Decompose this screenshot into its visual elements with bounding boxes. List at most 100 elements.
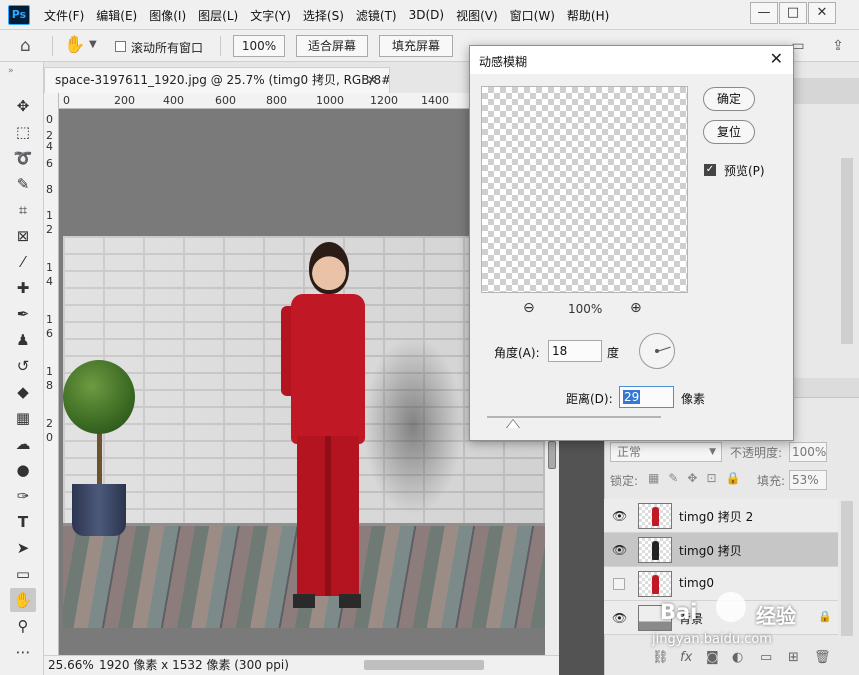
fill-screen-button[interactable]: 填充屏幕 bbox=[379, 35, 453, 57]
close-icon[interactable]: ✕ bbox=[770, 49, 783, 68]
move-icon[interactable]: ✥ bbox=[10, 94, 36, 118]
maximize-button[interactable]: □ bbox=[779, 2, 807, 24]
ruler-label: 1 bbox=[46, 261, 53, 274]
menu-3d[interactable]: 3D(D) bbox=[403, 8, 450, 22]
scroll-all-windows-label: 滚动所有窗口 bbox=[131, 41, 204, 55]
fit-screen-button[interactable]: 适合屏幕 bbox=[296, 35, 368, 57]
preview-zoom-level: 100% bbox=[568, 302, 603, 316]
reset-button[interactable]: 复位 bbox=[703, 120, 755, 144]
scrollbar-thumb[interactable] bbox=[548, 441, 556, 469]
fill-input[interactable]: 53% bbox=[789, 470, 827, 490]
ruler-label: 8 bbox=[46, 183, 53, 196]
lock-label: 锁定: bbox=[610, 474, 639, 488]
gradient-icon[interactable]: ▦ bbox=[10, 406, 36, 430]
properties-scrollbar[interactable] bbox=[841, 158, 853, 344]
brush-icon[interactable]: ✒ bbox=[10, 302, 36, 326]
hand-tool-icon[interactable]: ✋ bbox=[64, 35, 85, 55]
watermark-brand: Bai bbox=[660, 600, 698, 624]
menu-layer[interactable]: 图层(L) bbox=[192, 7, 244, 24]
zoom-icon[interactable]: ⚲ bbox=[10, 614, 36, 638]
ok-button[interactable]: 确定 bbox=[703, 87, 755, 111]
lock-options-icon[interactable]: ▦✎✥⊡🔒 bbox=[648, 471, 749, 485]
menu-window[interactable]: 窗口(W) bbox=[504, 7, 561, 24]
paw-logo-icon bbox=[716, 592, 746, 622]
menu-edit[interactable]: 编辑(E) bbox=[90, 7, 143, 24]
distance-slider-handle[interactable] bbox=[507, 420, 520, 428]
type-icon[interactable]: T bbox=[10, 510, 36, 534]
marquee-icon[interactable]: ⬚ bbox=[10, 120, 36, 144]
angle-dial[interactable] bbox=[639, 333, 675, 369]
opacity-input[interactable]: 100% bbox=[789, 442, 827, 462]
menu-type[interactable]: 文字(Y) bbox=[244, 7, 297, 24]
dodge-icon[interactable]: ● bbox=[10, 458, 36, 482]
menu-image[interactable]: 图像(I) bbox=[143, 7, 192, 24]
layer-row-selected[interactable]: 👁 timg0 拷贝 bbox=[604, 533, 838, 567]
filter-preview[interactable] bbox=[481, 86, 688, 293]
quick-select-icon[interactable]: ✎ bbox=[10, 172, 36, 196]
preview-checkbox[interactable]: ✓ bbox=[704, 164, 716, 176]
close-tab-icon[interactable]: ✕ bbox=[367, 68, 377, 92]
distance-slider-track[interactable] bbox=[487, 416, 661, 418]
hand-icon[interactable]: ✋ bbox=[10, 588, 36, 612]
menu-help[interactable]: 帮助(H) bbox=[561, 7, 615, 24]
history-brush-icon[interactable]: ↺ bbox=[10, 354, 36, 378]
distance-input[interactable]: 29 bbox=[619, 386, 674, 408]
layer-name[interactable]: timg0 bbox=[679, 576, 714, 590]
photoshop-logo: Ps bbox=[8, 5, 30, 25]
angle-dial-center bbox=[655, 349, 659, 353]
dialog-titlebar[interactable]: 动感模糊 ✕ bbox=[470, 46, 793, 74]
ruler-label: 1000 bbox=[316, 94, 344, 107]
minimize-button[interactable]: — bbox=[750, 2, 778, 24]
zoom-out-icon[interactable]: ⊖ bbox=[523, 300, 535, 316]
blur-icon[interactable]: ☁ bbox=[10, 432, 36, 456]
close-app-button[interactable]: ✕ bbox=[808, 2, 836, 24]
menu-select[interactable]: 选择(S) bbox=[297, 7, 350, 24]
menu-view[interactable]: 视图(V) bbox=[450, 7, 504, 24]
ruler-label: 1 bbox=[46, 313, 53, 326]
angle-label: 角度(A): bbox=[494, 346, 540, 360]
layer-row[interactable]: 👁 timg0 拷贝 2 bbox=[604, 499, 838, 533]
vertical-ruler[interactable]: 0 2 4 6 8 1 2 1 4 1 6 1 8 2 0 bbox=[44, 93, 59, 655]
layer-name[interactable]: timg0 拷贝 2 bbox=[679, 508, 753, 525]
distance-label: 距离(D): bbox=[566, 392, 613, 406]
thumbnail-figure bbox=[652, 541, 659, 560]
document-tab[interactable]: space-3197611_1920.jpg @ 25.7% (timg0 拷贝… bbox=[44, 67, 390, 93]
menu-filter[interactable]: 滤镜(T) bbox=[350, 7, 403, 24]
path-select-icon[interactable]: ➤ bbox=[10, 536, 36, 560]
stamp-icon[interactable]: ♟ bbox=[10, 328, 36, 352]
chevron-down-icon: ▼ bbox=[709, 447, 716, 457]
ruler-label: 6 bbox=[46, 327, 53, 340]
home-icon[interactable]: ⌂ bbox=[20, 36, 31, 56]
lasso-icon[interactable]: ➰ bbox=[10, 146, 36, 170]
eraser-icon[interactable]: ◆ bbox=[10, 380, 36, 404]
eyedropper-icon[interactable]: ⁄ bbox=[10, 250, 36, 274]
frame-icon[interactable]: ⊠ bbox=[10, 224, 36, 248]
healing-icon[interactable]: ✚ bbox=[10, 276, 36, 300]
chevron-down-icon[interactable]: ▼ bbox=[89, 39, 97, 50]
more-icon[interactable]: ⋯ bbox=[10, 640, 36, 664]
menu-items: 文件(F) 编辑(E) 图像(I) 图层(L) 文字(Y) 选择(S) 滤镜(T… bbox=[38, 0, 615, 30]
angle-input[interactable]: 18 bbox=[548, 340, 602, 362]
ruler-label: 6 bbox=[46, 157, 53, 170]
ruler-label: 2 bbox=[46, 417, 53, 430]
visibility-eye-icon[interactable]: 👁 bbox=[612, 543, 627, 557]
visibility-eye-icon[interactable]: 👁 bbox=[612, 509, 627, 523]
menu-file[interactable]: 文件(F) bbox=[38, 7, 90, 24]
visibility-eye-icon[interactable]: 👁 bbox=[612, 611, 627, 625]
share-icon[interactable]: ⇪ bbox=[828, 36, 848, 56]
scroll-all-windows-checkbox[interactable] bbox=[115, 41, 126, 52]
panel-grip-icon[interactable]: » bbox=[8, 66, 14, 76]
layer-name[interactable]: timg0 拷贝 bbox=[679, 542, 742, 559]
blend-mode-select[interactable]: 正常 ▼ bbox=[610, 442, 722, 462]
opacity-label: 不透明度: bbox=[730, 446, 783, 460]
zoom-in-icon[interactable]: ⊕ bbox=[630, 300, 642, 316]
zoom-100-button[interactable]: 100% bbox=[233, 35, 285, 57]
tools-panel: » ✥ ⬚ ➰ ✎ ⌗ ⊠ ⁄ ✚ ✒ ♟ ↺ ◆ ▦ ☁ ● ✑ T ➤ ▭ … bbox=[0, 62, 44, 675]
zoom-level[interactable]: 25.66% bbox=[48, 656, 94, 674]
horizontal-scrollbar-thumb[interactable] bbox=[364, 660, 484, 670]
crop-icon[interactable]: ⌗ bbox=[10, 198, 36, 222]
rectangle-icon[interactable]: ▭ bbox=[10, 562, 36, 586]
pen-icon[interactable]: ✑ bbox=[10, 484, 36, 508]
watermark-brand-suffix: 经验 bbox=[756, 604, 796, 628]
visibility-toggle-empty[interactable] bbox=[613, 578, 625, 590]
